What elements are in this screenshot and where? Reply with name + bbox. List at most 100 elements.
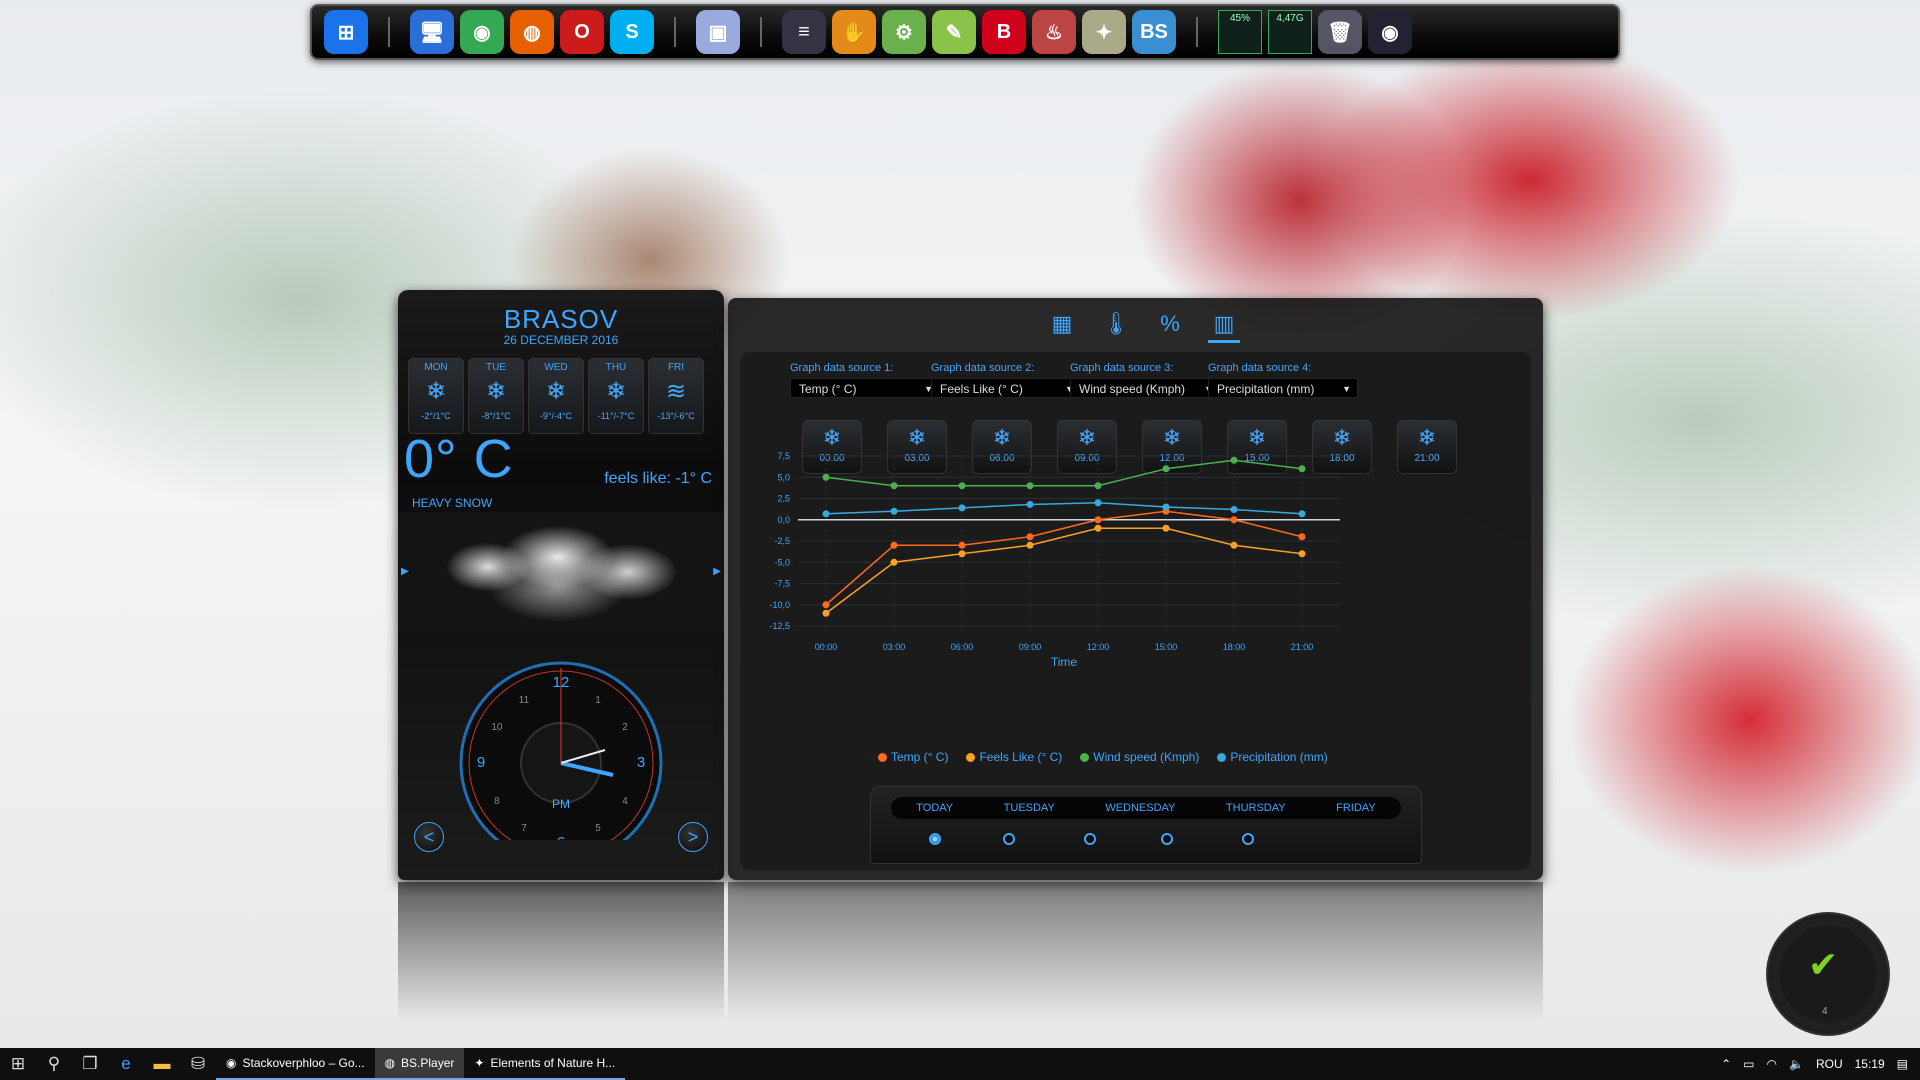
start-icon[interactable]: ⊞ — [0, 1048, 36, 1080]
task-chrome[interactable]: ◉ Stackoverphloo – Go... — [216, 1048, 375, 1080]
x-tick-label: 06:00 — [951, 642, 974, 652]
forecast-day-tue[interactable]: TUE ❄ -8°/1°C — [468, 358, 524, 434]
day-tab-tuesday[interactable]: TUESDAY — [1004, 802, 1055, 814]
prev-day-button[interactable]: < — [414, 822, 444, 852]
left-panel-arrow-icon[interactable]: ▶ — [401, 566, 409, 577]
app-label: BS.Player — [401, 1056, 455, 1070]
clock-number: 9 — [477, 754, 485, 771]
firefox-icon[interactable]: ◍ — [510, 10, 554, 54]
snow-icon: ≋ — [665, 378, 687, 405]
recycle-bin-icon[interactable]: 🗑 — [1318, 10, 1362, 54]
snow-icon: ❄ — [425, 378, 447, 405]
clock-number: 4 — [622, 796, 628, 807]
clock-number: 7 — [521, 823, 527, 834]
language-indicator[interactable]: ROU — [1816, 1057, 1843, 1071]
android-icon[interactable]: ⚙ — [882, 10, 926, 54]
legend-swatch — [878, 752, 887, 762]
day-tab-wednesday[interactable]: WEDNESDAY — [1105, 802, 1175, 814]
legend-item[interactable]: Wind speed (Kmph) — [1080, 750, 1199, 764]
day-radio[interactable] — [1242, 833, 1254, 845]
bsplayer-icon[interactable]: BS — [1132, 10, 1176, 54]
folder-icon[interactable]: ▬ — [144, 1048, 180, 1080]
calendar-tab-icon[interactable]: ▦ — [1046, 308, 1078, 340]
forecast-day-wed[interactable]: WED ❄ -9°/-4°C — [528, 358, 584, 434]
thermometer-tab-icon[interactable]: 🌡 — [1100, 308, 1132, 340]
series-point — [1026, 482, 1034, 490]
forecast-day-fri[interactable]: FRI ≋ -13°/-6°C — [648, 358, 704, 434]
battery-icon[interactable]: ▭ — [1743, 1057, 1754, 1071]
legend-item[interactable]: Temp (° C) — [878, 750, 948, 764]
computer-icon[interactable]: 🖥 — [410, 10, 454, 54]
x-axis-label: Time — [1051, 655, 1078, 669]
current-temperature: 0° C — [404, 429, 514, 489]
day-radio[interactable] — [1003, 833, 1015, 845]
day-name: THU — [605, 362, 627, 373]
day-radio[interactable] — [1084, 833, 1096, 845]
series-point — [1230, 516, 1238, 524]
day-radio[interactable] — [929, 833, 941, 845]
bulb-icon[interactable]: ✦ — [1082, 10, 1126, 54]
series-point — [890, 482, 898, 490]
winamp-icon[interactable]: ≡ — [782, 10, 826, 54]
edge-icon[interactable]: e — [108, 1048, 144, 1080]
opera-icon[interactable]: O — [560, 10, 604, 54]
camera-icon[interactable]: ◉ — [1368, 10, 1412, 54]
graph-panel: Graph data source 1: Temp (° C) ▼ Graph dat… — [740, 352, 1531, 870]
notifications-icon[interactable]: ▤ — [1897, 1057, 1908, 1071]
windows-logo-icon[interactable]: ⊞ — [324, 10, 368, 54]
flame-icon[interactable]: ♨ — [1032, 10, 1076, 54]
clock-time[interactable]: 15:19 — [1855, 1057, 1885, 1071]
series-point — [1298, 550, 1306, 558]
weather-widget: BRASOV 26 DECEMBER 2016 MON ❄ -2°/1°C TUE ❄ -… — [398, 290, 724, 880]
percent-tab-icon[interactable]: % — [1154, 308, 1186, 340]
series-point — [890, 507, 898, 515]
taskbar: ⊞ ⚲ ❐ e ▬ ⛁ ◉ Stackoverphloo – Go... ◍ BS.P… — [0, 1048, 1920, 1080]
cube-icon[interactable]: ▣ — [696, 10, 740, 54]
x-tick-label: 00:00 — [815, 642, 838, 652]
dock-separator — [674, 17, 676, 47]
day-radio[interactable] — [1161, 833, 1173, 845]
hand-icon[interactable]: ✋ — [832, 10, 876, 54]
bar-graph-tab-icon[interactable]: ▥ — [1208, 308, 1240, 343]
volume-icon[interactable]: 🔈 — [1789, 1057, 1804, 1071]
bitdefender-icon[interactable]: B — [982, 10, 1026, 54]
day-tab-thursday[interactable]: THURSDAY — [1226, 802, 1286, 814]
skype-icon[interactable]: S — [610, 10, 654, 54]
day-name: FRI — [667, 362, 685, 373]
day-temps: -9°/-4°C — [539, 411, 573, 421]
wifi-icon[interactable]: ◠ — [1767, 1057, 1777, 1071]
day-name: TUE — [486, 362, 506, 373]
forecast-day-thu[interactable]: THU ❄ -11°/-7°C — [588, 358, 644, 434]
notepad-icon[interactable]: ✎ — [932, 10, 976, 54]
search-icon[interactable]: ⚲ — [36, 1048, 72, 1080]
legend-label: Temp (° C) — [891, 750, 949, 764]
task-bsplayer[interactable]: ◍ BS.Player — [374, 1048, 465, 1080]
day-tab-today[interactable]: TODAY — [916, 802, 953, 814]
legend-item[interactable]: Precipitation (mm) — [1217, 750, 1328, 764]
day-tab-friday[interactable]: FRIDAY — [1336, 802, 1376, 814]
chrome-icon[interactable]: ◉ — [460, 10, 504, 54]
task-elements[interactable]: ✦ Elements of Nature H... — [464, 1048, 626, 1080]
clock-number: 11 — [519, 695, 530, 706]
clock-number: 8 — [494, 796, 500, 807]
action-center-gauge[interactable]: ✔ 4 — [1766, 912, 1890, 1036]
app-label: Stackoverphloo – Go... — [242, 1056, 365, 1070]
clock-number: 3 — [637, 754, 645, 771]
store-icon[interactable]: ⛁ — [180, 1048, 216, 1080]
x-tick-label: 21:00 — [1291, 642, 1314, 652]
series-point — [1162, 465, 1170, 473]
task-view-icon[interactable]: ❐ — [72, 1048, 108, 1080]
series-point — [1026, 533, 1034, 541]
ram-meter[interactable]: 4,47G — [1268, 10, 1312, 54]
next-day-button[interactable]: > — [678, 822, 708, 852]
snow-icon: ❄ — [545, 378, 567, 405]
right-panel-arrow-icon[interactable]: ▶ — [713, 566, 721, 577]
tray-chevron-icon[interactable]: ⌃ — [1721, 1057, 1731, 1071]
cpu-meter[interactable]: 45% — [1218, 10, 1262, 54]
day-temps: -11°/-7°C — [597, 411, 635, 421]
legend-label: Feels Like (° C) — [979, 750, 1063, 764]
forecast-day-mon[interactable]: MON ❄ -2°/1°C — [408, 358, 464, 434]
app-icon: ◉ — [226, 1056, 237, 1070]
checkmark-icon: ✔ — [1808, 944, 1839, 985]
legend-item[interactable]: Feels Like (° C) — [966, 750, 1062, 764]
